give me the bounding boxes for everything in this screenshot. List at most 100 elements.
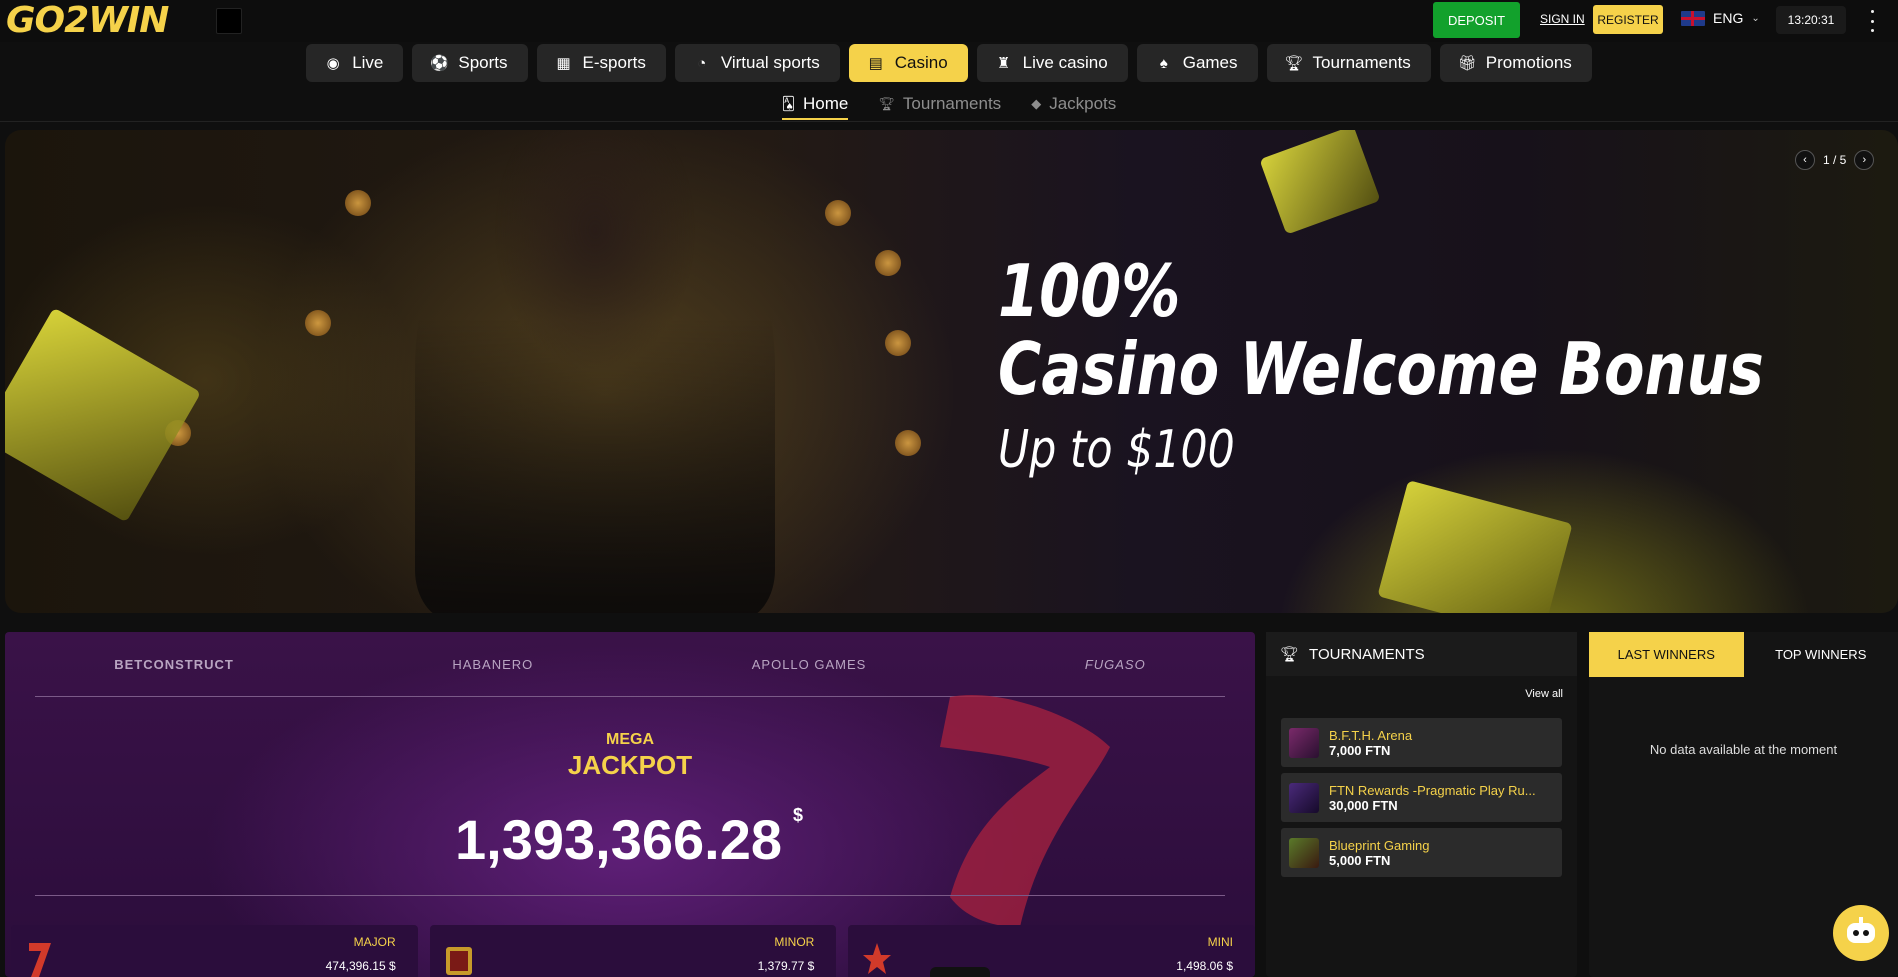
trophy-icon: 🏆︎ [878,96,895,111]
live-icon: ◉ [326,55,340,72]
tab-last-winners[interactable]: LAST WINNERS [1589,632,1744,677]
nav-item-promotions[interactable]: 🎁︎ Promotions [1439,44,1592,82]
promo-banner[interactable]: 100% Casino Welcome Bonus Up to $100 ‹ 1… [5,130,1898,613]
tournament-list: B.F.T.H. Arena 7,000 FTN FTN Rewards -Pr… [1281,718,1562,877]
subnav-item-tournaments[interactable]: 🏆︎ Tournaments [878,88,1001,120]
jackpot-tier-mini[interactable]: MINI 1,498.06 $ [848,925,1255,977]
subnav-item-label: Home [803,94,849,113]
crystal-image [1259,130,1381,235]
clock: 13:20:31 [1776,6,1846,34]
tier-value: 1,379.77 $ [757,959,815,973]
home-card-icon: 🂡 [781,96,796,111]
tournament-item[interactable]: Blueprint Gaming 5,000 FTN [1281,828,1562,877]
chatbot-button[interactable] [1833,905,1889,961]
esports-icon: ▦ [556,55,571,72]
nav-item-label: Games [1182,53,1238,72]
tab-top-winners[interactable]: TOP WINNERS [1743,632,1898,677]
banner-pager: ‹ 1 / 5 › [1795,150,1875,170]
jackpot-currency: $ [793,805,804,825]
bokeh-light [305,310,331,336]
tournament-item[interactable]: FTN Rewards -Pragmatic Play Ru... 30,000… [1281,773,1562,822]
nav-item-label: Sports [458,53,508,72]
provider-logo: HABANERO [452,656,534,672]
nav-item-games[interactable]: ♠ Games [1136,44,1258,82]
nav-item-live-casino[interactable]: ♜ Live casino [976,44,1128,82]
main-nav: ◉ Live ⚽ Sports ▦ E-sports ◔ Virtual sports … [0,44,1898,86]
trophy-icon: 🏆︎ [1284,55,1304,72]
nav-item-label: Promotions [1485,53,1572,72]
tournament-thumbnail [1289,782,1319,813]
sports-icon: ⚽ [430,55,450,72]
casino-icon: ▤ [868,55,883,72]
crystal-image [5,307,202,523]
tournaments-header: 🏆︎ TOURNAMENTS [1266,632,1577,676]
tier-name: MINI [1207,935,1234,949]
tournament-thumbnail [1289,837,1319,868]
nav-item-virtual-sports[interactable]: ◔ Virtual sports [674,44,840,82]
winners-tabs: LAST WINNERS TOP WINNERS [1589,632,1898,677]
provider-logo: FUGASO [1084,656,1146,672]
chevron-left-icon[interactable]: ‹ [1795,150,1815,170]
sign-in-link[interactable]: SIGN IN [1540,12,1585,26]
trophy-icon: 🏆︎ [1280,646,1300,663]
nav-item-live[interactable]: ◉ Live [306,44,404,82]
jackpot-tier-minor[interactable]: MINOR 1,379.77 $ [429,925,837,977]
deposit-button[interactable]: DEPOSIT [1433,2,1520,38]
tournament-thumbnail [1289,727,1319,758]
subnav-item-jackpots[interactable]: ◆ Jackpots [1031,88,1116,120]
play-tab[interactable] [930,967,990,977]
bokeh-light [895,430,921,456]
site-logo[interactable]: GO2WIN [6,3,169,39]
register-button[interactable]: REGISTER [1593,5,1663,34]
jackpot-title: JACKPOT [567,750,693,780]
tournaments-title: TOURNAMENTS [1309,645,1425,663]
nav-item-sports[interactable]: ⚽ Sports [412,44,528,82]
tournament-name: FTN Rewards -Pragmatic Play Ru... [1329,782,1536,798]
more-menu-icon[interactable] [1870,10,1874,32]
jackpot-amount: 1,393,366.28 [455,808,782,871]
games-icon: ♠ [1159,54,1168,72]
tournament-name: B.F.T.H. Arena [1329,727,1413,743]
nav-item-label: E-sports [582,53,646,72]
subnav-item-label: Tournaments [902,94,1002,113]
language-label: ENG [1713,10,1744,26]
subnav-item-home[interactable]: 🂡 Home [781,88,849,120]
language-selector[interactable]: ENG ⌄ [1681,10,1760,26]
logo-badge [216,8,242,34]
star-icon [863,943,892,974]
banner-headline-percent: 100% [998,249,1181,333]
nav-item-label: Casino [894,53,948,72]
banner-subheadline: Up to $100 [998,420,1235,480]
provider-logo: BETCONSTRUCT [114,656,234,672]
nav-item-casino[interactable]: ▤ Casino [848,44,968,82]
bokeh-light [875,250,901,276]
winners-empty-message: No data available at the moment [1649,742,1838,757]
nav-item-esports[interactable]: ▦ E-sports [536,44,666,82]
tournaments-panel: 🏆︎ TOURNAMENTS View all B.F.T.H. Arena 7… [1266,632,1577,977]
nav-item-label: Virtual sports [720,53,820,72]
nav-item-label: Tournaments [1312,53,1411,72]
tournament-item[interactable]: B.F.T.H. Arena 7,000 FTN [1281,718,1562,767]
nav-item-tournaments[interactable]: 🏆︎ Tournaments [1266,44,1431,82]
tournament-prize: 30,000 FTN [1329,797,1398,813]
tier-value: 474,396.15 $ [325,959,396,973]
tournament-prize: 5,000 FTN [1329,852,1391,868]
nav-item-label: Live [352,53,384,72]
tier-name: MAJOR [353,935,396,949]
bokeh-light [885,330,911,356]
crystal-image [1377,480,1573,613]
jackpot-panel: BETCONSTRUCT HABANERO APOLLO GAMES FUGAS… [5,632,1255,977]
jackpot-tier-major[interactable]: MAJOR 474,396.15 $ [11,925,418,977]
top-bar: GO2WIN DEPOSIT SIGN IN REGISTER ENG ⌄ 13… [0,0,1898,42]
uk-flag-icon [1681,10,1705,26]
chevron-down-icon: ⌄ [1751,12,1760,24]
chevron-right-icon[interactable]: › [1854,150,1875,170]
subnav-item-label: Jackpots [1049,94,1117,113]
live-casino-icon: ♜ [996,55,1011,72]
tier-name: MINOR [774,935,815,949]
divider-line [35,895,1225,896]
view-all-link[interactable]: View all [1525,688,1563,700]
tournament-prize: 7,000 FTN [1329,742,1391,758]
provider-logo: APOLLO GAMES [751,656,867,672]
virtual-sports-icon: ◔ [697,54,707,72]
